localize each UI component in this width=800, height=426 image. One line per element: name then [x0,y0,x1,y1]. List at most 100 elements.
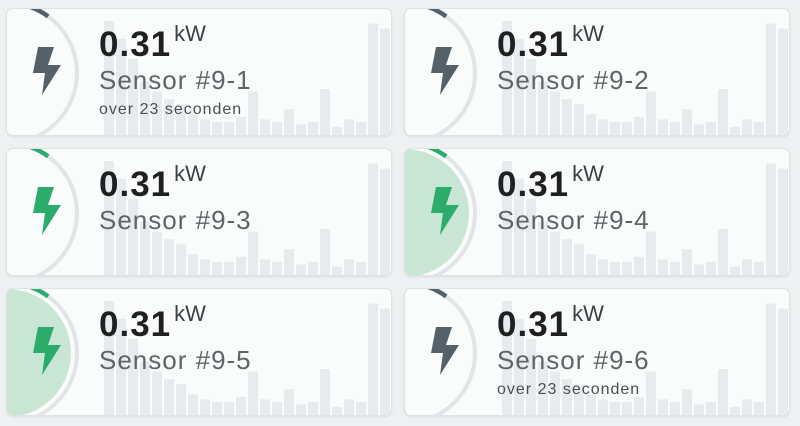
history-bar [152,371,162,415]
history-bar [332,266,342,275]
history-bar [562,99,572,135]
sensor-card-5[interactable]: 0.31 kW Sensor #9-5 [6,288,392,416]
history-bar [296,264,306,275]
lightning-bolt-icon [431,327,459,375]
history-bar [284,389,294,415]
sensor-card-4[interactable]: 0.31 kW Sensor #9-4 [404,148,790,276]
sensor-card-2[interactable]: 0.31 kW Sensor #9-2 [404,8,790,136]
history-bar [176,384,186,415]
history-bar [754,121,764,135]
history-bar [320,369,330,415]
history-bar [260,259,270,275]
history-bar [562,239,572,275]
sensor-card-3[interactable]: 0.31 kW Sensor #9-3 [6,148,392,276]
history-bar [730,406,740,415]
history-bar [634,116,644,135]
history-bar [272,121,282,135]
gauge-progress-arc [427,289,448,299]
history-bar [320,89,330,135]
history-bar [778,308,788,415]
history-bar [356,121,366,135]
history-bar [706,261,716,275]
history-bar [622,401,632,415]
history-bar [550,91,560,135]
history-bar [646,91,656,135]
history-bar [598,399,608,415]
power-value: 0.31 [497,305,570,344]
history-bar [332,406,342,415]
history-bar [368,303,378,415]
gauge-progress-arc [29,9,50,19]
sensor-name: Sensor #9-5 [99,345,252,375]
sensor-card-6[interactable]: 0.31 kW Sensor #9-6 over 23 seconden [404,288,790,416]
history-bar [224,401,234,415]
history-bar [344,399,354,415]
history-bar [766,23,776,135]
history-bar [610,121,620,135]
lightning-bolt-icon [33,47,61,95]
last-updated: over 23 seconden [99,100,243,118]
history-bar [380,308,390,415]
sensor-name: Sensor #9-2 [497,65,650,95]
history-bar [296,404,306,415]
history-bar [308,261,318,275]
power-value: 0.31 [99,305,172,344]
history-bar [272,261,282,275]
history-bar [284,249,294,275]
history-bar [380,28,390,135]
history-bar [368,163,378,275]
history-bar [356,401,366,415]
history-bar [742,259,752,275]
history-bar [694,404,704,415]
history-bar [766,303,776,415]
history-bar [574,244,584,275]
history-bar [766,163,776,275]
history-bar [658,399,668,415]
power-unit: kW [174,161,206,186]
history-bar [694,124,704,135]
history-bar [164,379,174,415]
history-bar [622,121,632,135]
history-bar [380,168,390,275]
history-bar [188,394,198,415]
history-bar [248,231,258,275]
history-bar [272,401,282,415]
sensor-card-1[interactable]: 0.31 kW Sensor #9-1 over 23 seconden [6,8,392,136]
history-bar [658,119,668,135]
history-bar [682,109,692,135]
history-bar [164,239,174,275]
power-value: 0.31 [497,165,570,204]
history-bar [332,126,342,135]
power-unit: kW [174,301,206,326]
history-bar [634,256,644,275]
lightning-bolt-icon [33,187,61,235]
history-bar [670,261,680,275]
history-bar [344,259,354,275]
history-bar [236,256,246,275]
history-bar [212,121,222,135]
history-bar [200,399,210,415]
history-bar [200,259,210,275]
history-bar [152,231,162,275]
history-bar [236,116,246,135]
history-bar [682,249,692,275]
power-value: 0.31 [497,25,570,64]
sensor-name: Sensor #9-6 [497,345,650,375]
power-unit: kW [572,161,604,186]
history-bar [754,401,764,415]
sensor-name: Sensor #9-1 [99,65,252,95]
history-bar [742,399,752,415]
history-bar [586,254,596,275]
power-value: 0.31 [99,165,172,204]
history-bar [176,244,186,275]
power-unit: kW [572,301,604,326]
history-bar [224,121,234,135]
history-bar [706,121,716,135]
history-bar [646,231,656,275]
history-bar [260,399,270,415]
history-bar [778,168,788,275]
history-bar [610,261,620,275]
last-updated: over 23 seconden [497,380,641,398]
history-bar [598,119,608,135]
history-bar [670,401,680,415]
